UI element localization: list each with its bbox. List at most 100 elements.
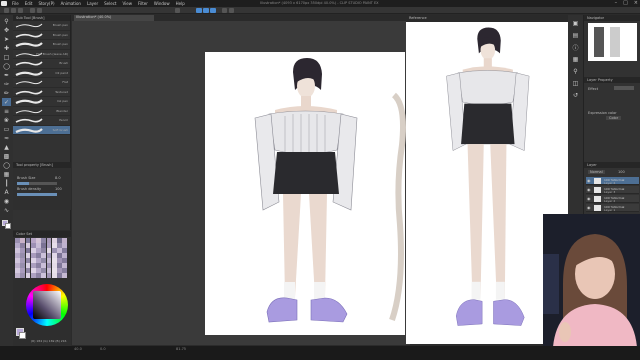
visibility-icon[interactable]: ◉ bbox=[587, 178, 591, 183]
color-swatch[interactable] bbox=[15, 258, 20, 263]
color-swatch[interactable] bbox=[30, 243, 36, 248]
color-swatch[interactable] bbox=[25, 263, 31, 268]
snap-special-ruler-icon[interactable] bbox=[210, 8, 216, 13]
color-swatch[interactable] bbox=[62, 238, 67, 243]
color-swatch[interactable] bbox=[41, 263, 46, 268]
color-swatch[interactable] bbox=[30, 263, 36, 268]
move-icon[interactable]: ✥ bbox=[2, 26, 11, 34]
color-swatch[interactable] bbox=[62, 273, 67, 278]
color-swatch[interactable] bbox=[51, 258, 57, 263]
ruler-icon[interactable]: ┃ bbox=[2, 179, 11, 187]
text-icon[interactable]: A bbox=[2, 188, 11, 196]
menu-filter[interactable]: Filter bbox=[138, 1, 148, 6]
layer-row[interactable]: ◉ 100 %Normal Layer 4 bbox=[586, 177, 639, 185]
sub-color-chip[interactable] bbox=[5, 223, 11, 229]
gradient-icon[interactable]: ▩ bbox=[2, 152, 11, 160]
color-swatch[interactable] bbox=[20, 273, 25, 278]
brush-item[interactable]: Ink pen bbox=[13, 97, 70, 107]
color-swatch[interactable] bbox=[25, 238, 31, 243]
menu-animation[interactable]: Animation bbox=[61, 1, 81, 6]
color-swatch[interactable] bbox=[25, 243, 31, 248]
minimize-icon[interactable]: – bbox=[615, 0, 618, 6]
color-swatch[interactable] bbox=[20, 243, 25, 248]
fill-icon[interactable]: ▲ bbox=[2, 143, 11, 151]
layer-row[interactable]: ◉ 100 %Normal Layer 3 bbox=[586, 186, 639, 194]
brush-item[interactable]: Soft brush bbox=[13, 125, 70, 135]
color-swatch[interactable] bbox=[62, 253, 67, 258]
selection-icon[interactable]: □ bbox=[2, 53, 11, 61]
open-file-icon[interactable] bbox=[11, 8, 16, 13]
color-swatch[interactable] bbox=[41, 273, 46, 278]
brush-item[interactable]: Oil paint bbox=[13, 69, 70, 78]
color-swatch[interactable] bbox=[30, 268, 36, 273]
color-swatch[interactable] bbox=[41, 238, 46, 243]
menu-file[interactable]: File bbox=[12, 1, 19, 6]
brush-item[interactable]: Blender bbox=[13, 107, 70, 116]
color-swatch[interactable] bbox=[41, 248, 46, 253]
menu-story[interactable]: Story(P) bbox=[38, 1, 54, 6]
info-icon[interactable]: ⓘ bbox=[571, 43, 580, 52]
color-swatch[interactable] bbox=[25, 248, 31, 253]
color-swatch[interactable] bbox=[62, 243, 67, 248]
blend-icon[interactable]: ≈ bbox=[2, 134, 11, 142]
sub-view-icon[interactable]: ▤ bbox=[571, 31, 580, 39]
color-swatch[interactable] bbox=[62, 248, 67, 253]
brush-item[interactable]: Flat Brush (leave AR) bbox=[13, 50, 70, 59]
brush-size-value[interactable]: 8.0 bbox=[55, 176, 61, 180]
menu-window[interactable]: Window bbox=[154, 1, 170, 6]
color-swatch[interactable] bbox=[62, 263, 67, 268]
color-swatch[interactable] bbox=[51, 263, 57, 268]
brush-item[interactable]: Flat bbox=[13, 78, 70, 88]
close-icon[interactable]: × bbox=[634, 0, 638, 6]
color-swatch[interactable] bbox=[51, 238, 57, 243]
color-swatch[interactable] bbox=[30, 273, 36, 278]
menu-select[interactable]: Select bbox=[104, 1, 116, 6]
color-swatch[interactable] bbox=[46, 273, 52, 278]
color-swatch[interactable] bbox=[41, 268, 46, 273]
brush-icon[interactable]: ✓ bbox=[2, 98, 11, 106]
layer-property-icon[interactable]: ▦ bbox=[571, 55, 580, 63]
layer-row[interactable]: ◉ 100 %Normal Layer 1 bbox=[586, 204, 639, 212]
color-swatch[interactable] bbox=[46, 243, 52, 248]
brush-item[interactable]: Brush pen bbox=[13, 31, 70, 40]
color-swatch[interactable] bbox=[15, 273, 20, 278]
canvas-document[interactable] bbox=[205, 52, 405, 335]
brush-size-slider[interactable] bbox=[17, 182, 57, 185]
new-file-icon[interactable] bbox=[4, 8, 9, 13]
materials-icon[interactable]: ◫ bbox=[571, 79, 580, 87]
lasso-icon[interactable]: ◯ bbox=[2, 62, 11, 70]
redo-icon[interactable] bbox=[37, 8, 42, 13]
color-swatch[interactable] bbox=[41, 243, 46, 248]
menu-layer[interactable]: Layer bbox=[87, 1, 98, 6]
color-swatch[interactable] bbox=[25, 268, 31, 273]
color-swatch[interactable] bbox=[25, 273, 31, 278]
color-swatch[interactable] bbox=[25, 258, 31, 263]
effect-buttons[interactable] bbox=[614, 86, 634, 90]
color-swatch[interactable] bbox=[36, 263, 41, 268]
brush-item[interactable]: Brush pen bbox=[13, 21, 70, 31]
color-swatch[interactable] bbox=[62, 258, 67, 263]
blend-mode-dropdown[interactable]: Normal bbox=[588, 170, 605, 174]
color-swatch[interactable] bbox=[62, 268, 67, 273]
color-swatch[interactable] bbox=[46, 263, 52, 268]
color-swatch[interactable] bbox=[46, 258, 52, 263]
visibility-icon[interactable]: ◉ bbox=[587, 205, 591, 210]
brush-item[interactable]: Brush bbox=[13, 59, 70, 69]
transform-icon[interactable] bbox=[222, 8, 227, 13]
color-swatch[interactable] bbox=[51, 273, 57, 278]
layer-opacity-value[interactable]: 100 bbox=[618, 170, 625, 174]
zoom-icon[interactable]: ⚲ bbox=[2, 17, 11, 25]
color-swatch[interactable] bbox=[20, 238, 25, 243]
clear-icon[interactable] bbox=[175, 8, 180, 13]
color-swatch[interactable] bbox=[57, 268, 62, 273]
menu-edit[interactable]: Edit bbox=[25, 1, 33, 6]
color-swatch[interactable] bbox=[36, 248, 41, 253]
color-swatch[interactable] bbox=[51, 253, 57, 258]
figure-icon[interactable]: ◯ bbox=[2, 161, 11, 169]
color-swatch[interactable] bbox=[15, 268, 20, 273]
color-swatch[interactable] bbox=[51, 268, 57, 273]
color-swatch[interactable] bbox=[57, 273, 62, 278]
settings-icon[interactable] bbox=[229, 8, 234, 13]
color-swatch[interactable] bbox=[36, 268, 41, 273]
color-swatch[interactable] bbox=[20, 253, 25, 258]
